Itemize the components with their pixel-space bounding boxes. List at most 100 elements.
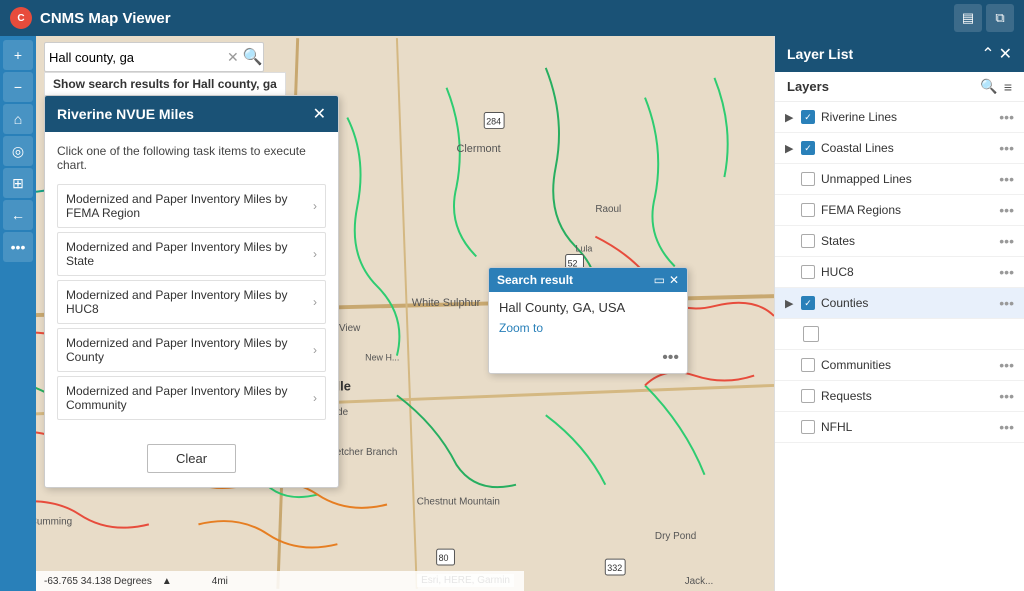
riverine-description: Click one of the following task items to…	[57, 144, 326, 172]
layer-more-counties[interactable]: •••	[997, 295, 1016, 311]
search-input[interactable]	[49, 50, 225, 65]
layer-item-counties-sub[interactable]	[775, 319, 1024, 350]
riverine-close-button[interactable]: ✕	[313, 104, 326, 124]
layer-list-title: Layer List	[787, 46, 853, 62]
popup-footer: •••	[489, 345, 687, 373]
layer-item-coastal-lines[interactable]: ▶ Coastal Lines •••	[775, 133, 1024, 164]
clear-button[interactable]: Clear	[147, 444, 236, 473]
layer-item-fema-regions[interactable]: FEMA Regions •••	[775, 195, 1024, 226]
popup-header: Search result ▭ ✕	[489, 268, 687, 292]
popup-body: Hall County, GA, USA Zoom to	[489, 292, 687, 345]
layer-expand-icon[interactable]: ▶	[785, 297, 801, 310]
back-button[interactable]: ←	[3, 200, 33, 230]
layer-more-unmapped-lines[interactable]: •••	[997, 171, 1016, 187]
layer-more-riverine-lines[interactable]: •••	[997, 109, 1016, 125]
layer-item-riverine-lines[interactable]: ▶ Riverine Lines •••	[775, 102, 1024, 133]
layer-checkbox-fema-regions[interactable]	[801, 203, 815, 217]
zoom-out-button[interactable]: −	[3, 72, 33, 102]
layer-item-requests[interactable]: Requests •••	[775, 381, 1024, 412]
layer-name-fema-regions: FEMA Regions	[821, 203, 997, 217]
svg-text:Chestnut Mountain: Chestnut Mountain	[417, 497, 500, 508]
riverine-item-community[interactable]: Modernized and Paper Inventory Miles by …	[57, 376, 326, 420]
layer-item-states[interactable]: States •••	[775, 226, 1024, 257]
zoom-in-button[interactable]: +	[3, 40, 33, 70]
layer-expand-icon[interactable]: ▶	[785, 111, 801, 124]
layer-checkbox-requests[interactable]	[801, 389, 815, 403]
layer-name-states: States	[821, 234, 997, 248]
layers-filter-button[interactable]: ≡	[1004, 78, 1012, 95]
layers-search-button[interactable]: 🔍	[980, 78, 997, 95]
layer-more-states[interactable]: •••	[997, 233, 1016, 249]
popup-more-button[interactable]: •••	[662, 349, 679, 367]
layer-item-communities[interactable]: Communities •••	[775, 350, 1024, 381]
app-logo: C	[10, 7, 32, 29]
layer-more-huc8[interactable]: •••	[997, 264, 1016, 280]
layer-item-counties[interactable]: ▶ Counties •••	[775, 288, 1024, 319]
layer-more-coastal-lines[interactable]: •••	[997, 140, 1016, 156]
layer-more-communities[interactable]: •••	[997, 357, 1016, 373]
more-tools-button[interactable]: •••	[3, 232, 33, 262]
layer-name-communities: Communities	[821, 358, 997, 372]
search-result-popup: Search result ▭ ✕ Hall County, GA, USA Z…	[488, 267, 688, 374]
layer-more-requests[interactable]: •••	[997, 388, 1016, 404]
layer-more-fema-regions[interactable]: •••	[997, 202, 1016, 218]
layers-subheader: Layers 🔍 ≡	[775, 72, 1024, 102]
svg-text:Lula: Lula	[576, 243, 593, 253]
popup-title: Search result	[497, 273, 573, 287]
riverine-item-fema[interactable]: Modernized and Paper Inventory Miles by …	[57, 184, 326, 228]
layer-item-huc8[interactable]: HUC8 •••	[775, 257, 1024, 288]
search-hint[interactable]: Show search results for Hall county, ga	[44, 72, 286, 96]
left-toolbar: + − ⌂ ◎ ⊞ ← •••	[0, 36, 36, 591]
svg-text:New H...: New H...	[365, 353, 399, 363]
header-layers-button[interactable]: ⧉	[986, 4, 1014, 32]
layer-checkbox-counties-sub[interactable]	[803, 326, 819, 342]
svg-text:White Sulphur: White Sulphur	[412, 297, 481, 309]
layer-name-riverine-lines: Riverine Lines	[821, 110, 997, 124]
grid-button[interactable]: ⊞	[3, 168, 33, 198]
layer-checkbox-huc8[interactable]	[801, 265, 815, 279]
riverine-panel-header: Riverine NVUE Miles ✕	[45, 96, 338, 132]
riverine-panel-title: Riverine NVUE Miles	[57, 106, 194, 122]
layer-checkbox-communities[interactable]	[801, 358, 815, 372]
layer-checkbox-riverine-lines[interactable]	[801, 110, 815, 124]
popup-zoom-link[interactable]: Zoom to	[499, 321, 543, 335]
popup-close-button[interactable]: ✕	[669, 273, 679, 287]
layer-more-nfhl[interactable]: •••	[997, 419, 1016, 435]
svg-text:Jack...: Jack...	[685, 576, 714, 587]
layer-list-header: Layer List ⌃ ✕	[775, 36, 1024, 72]
layer-list-collapse-button[interactable]: ⌃	[981, 44, 994, 64]
riverine-item-state[interactable]: Modernized and Paper Inventory Miles by …	[57, 232, 326, 276]
search-input-wrapper: ✕ 🔍	[44, 42, 264, 72]
coordinates-bar: -63.765 34.138 Degrees ▲ 4mi	[36, 571, 524, 591]
layer-item-nfhl[interactable]: NFHL •••	[775, 412, 1024, 443]
layer-expand-icon[interactable]: ▶	[785, 142, 801, 155]
home-button[interactable]: ⌂	[3, 104, 33, 134]
chevron-icon: ›	[313, 343, 317, 357]
layer-checkbox-coastal-lines[interactable]	[801, 141, 815, 155]
popup-minimize-button[interactable]: ▭	[654, 273, 665, 287]
search-clear-button[interactable]: ✕	[225, 49, 241, 66]
layer-name-nfhl: NFHL	[821, 420, 997, 434]
riverine-item-county[interactable]: Modernized and Paper Inventory Miles by …	[57, 328, 326, 372]
layer-list-close-button[interactable]: ✕	[999, 44, 1012, 64]
riverine-item-huc8[interactable]: Modernized and Paper Inventory Miles by …	[57, 280, 326, 324]
layer-checkbox-unmapped-lines[interactable]	[801, 172, 815, 186]
locate-button[interactable]: ◎	[3, 136, 33, 166]
layer-checkbox-counties[interactable]	[801, 296, 815, 310]
popup-header-actions: ▭ ✕	[654, 273, 679, 287]
svg-text:80: 80	[439, 553, 449, 563]
layer-checkbox-states[interactable]	[801, 234, 815, 248]
layers-subheader-actions: 🔍 ≡	[980, 78, 1012, 95]
svg-text:Cumming: Cumming	[30, 516, 72, 527]
layer-item-unmapped-lines[interactable]: Unmapped Lines •••	[775, 164, 1024, 195]
header-menu-button[interactable]: ▤	[954, 4, 982, 32]
chevron-icon: ›	[313, 391, 317, 405]
layers-label: Layers	[787, 79, 829, 94]
layer-list-panel: Layer List ⌃ ✕ Layers 🔍 ≡ ▶ Riverine Lin…	[774, 36, 1024, 591]
layer-checkbox-nfhl[interactable]	[801, 420, 815, 434]
chevron-icon: ›	[313, 295, 317, 309]
search-go-button[interactable]: 🔍	[241, 47, 265, 67]
layer-name-unmapped-lines: Unmapped Lines	[821, 172, 997, 186]
svg-text:332: 332	[607, 563, 622, 573]
layer-items: ▶ Riverine Lines ••• ▶ Coastal Lines •••…	[775, 102, 1024, 591]
